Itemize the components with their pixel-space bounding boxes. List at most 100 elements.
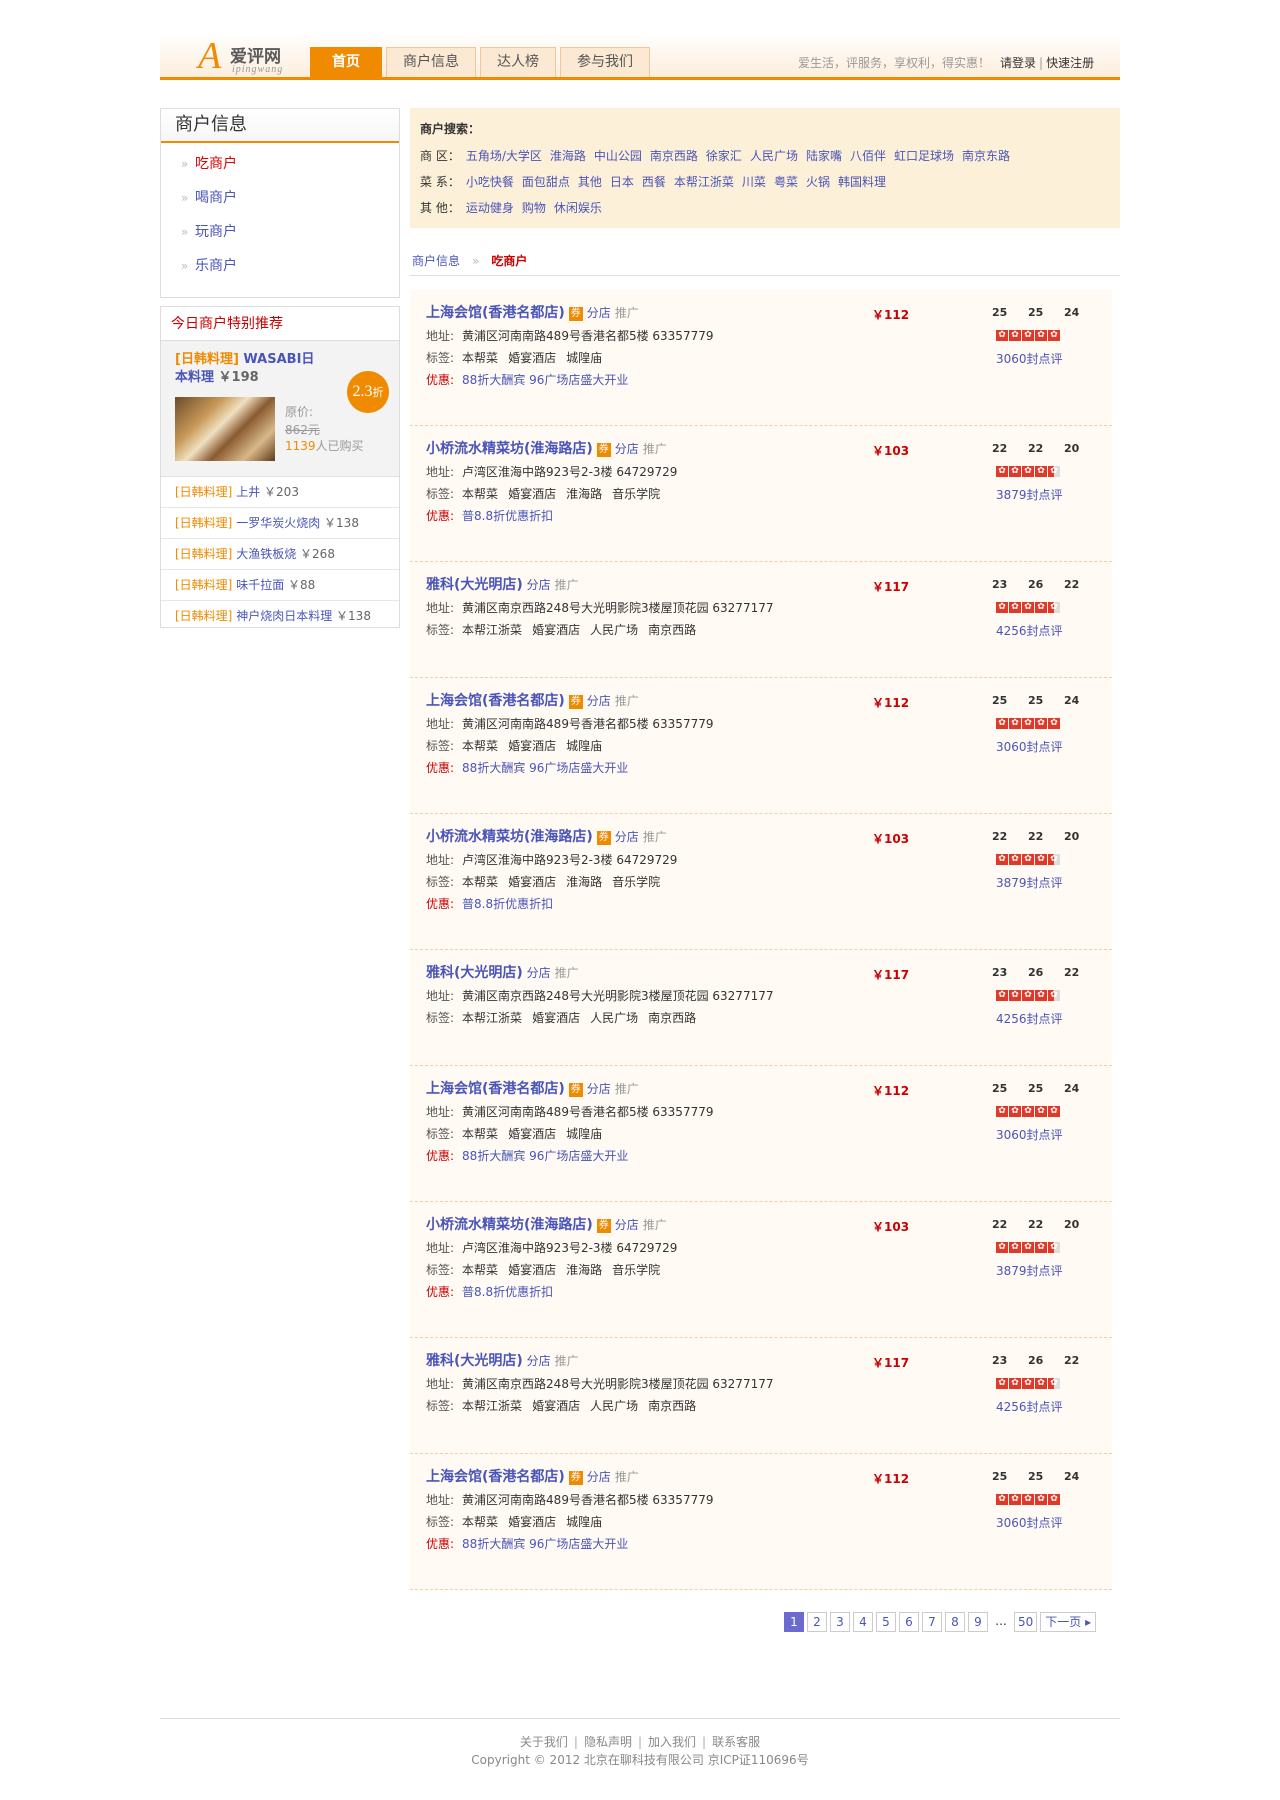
branch-link[interactable]: 分店	[615, 1218, 639, 1232]
recommend-name[interactable]: 上井	[236, 485, 260, 499]
merchant-name[interactable]: 上海会馆(香港名都店)	[426, 305, 565, 321]
sidebar-item-play[interactable]: 玩商户	[161, 215, 399, 249]
nav-experts[interactable]: 达人榜	[480, 47, 556, 77]
coupon-icon[interactable]: 券	[568, 1471, 583, 1485]
sidebar-item-fun[interactable]: 乐商户	[161, 249, 399, 283]
branch-link[interactable]: 分店	[527, 578, 551, 592]
nav-join-us[interactable]: 参与我们	[560, 47, 650, 77]
coupon-icon[interactable]: 券	[568, 307, 583, 321]
district-link[interactable]: 八佰伴	[850, 149, 886, 163]
district-link[interactable]: 徐家汇	[706, 149, 742, 163]
page-1[interactable]: 1	[784, 1612, 804, 1632]
merchant-name[interactable]: 雅科(大光明店)	[426, 1353, 523, 1369]
promo-link[interactable]: 88折大酬宾 96广场店盛大开业	[462, 1537, 628, 1551]
sidebar-item-eat[interactable]: 吃商户	[161, 147, 399, 181]
recommend-name[interactable]: 神户烧肉日本料理	[236, 609, 332, 623]
cuisine-link[interactable]: 本帮江浙菜	[674, 175, 734, 189]
branch-link[interactable]: 分店	[587, 1082, 611, 1096]
page-last[interactable]: 50	[1014, 1612, 1038, 1632]
merchant-name[interactable]: 上海会馆(香港名都店)	[426, 1469, 565, 1485]
register-link[interactable]: 快速注册	[1046, 56, 1094, 70]
coupon-icon[interactable]: 券	[596, 443, 611, 457]
recommend-name[interactable]: 大渔铁板烧	[236, 547, 296, 561]
cuisine-link[interactable]: 粤菜	[774, 175, 798, 189]
promo-link[interactable]: 88折大酬宾 96广场店盛大开业	[462, 761, 628, 775]
district-link[interactable]: 五角场/大学区	[466, 149, 542, 163]
sidebar-item-label[interactable]: 喝商户	[195, 190, 237, 206]
cuisine-link[interactable]: 西餐	[642, 175, 666, 189]
page-9[interactable]: 9	[968, 1612, 988, 1632]
branch-link[interactable]: 分店	[615, 442, 639, 456]
branch-link[interactable]: 分店	[527, 966, 551, 980]
merchant-name[interactable]: 上海会馆(香港名都店)	[426, 1081, 565, 1097]
footer-link[interactable]: 关于我们	[520, 1735, 568, 1749]
district-link[interactable]: 人民广场	[750, 149, 798, 163]
branch-link[interactable]: 分店	[527, 1354, 551, 1368]
sidebar-item-label[interactable]: 吃商户	[195, 156, 237, 172]
breadcrumb-root[interactable]: 商户信息	[412, 254, 460, 268]
cuisine-link[interactable]: 韩国料理	[838, 175, 886, 189]
recommend-item[interactable]: [日韩料理] 一罗华炭火烧肉 ￥138	[161, 508, 399, 539]
login-link[interactable]: 请登录	[1000, 56, 1036, 70]
cuisine-link[interactable]: 日本	[610, 175, 634, 189]
featured-title[interactable]: [日韩料理] WASABI日本料理 ￥198	[175, 351, 315, 387]
site-logo[interactable]: A 爱评网 ipingwang	[198, 36, 298, 78]
coupon-icon[interactable]: 券	[568, 1083, 583, 1097]
branch-link[interactable]: 分店	[587, 694, 611, 708]
other-link[interactable]: 购物	[522, 201, 546, 215]
review-count-link[interactable]: 3060封点评	[996, 350, 1063, 367]
coupon-icon[interactable]: 券	[596, 1219, 611, 1233]
recommend-item[interactable]: [日韩料理] 大渔铁板烧 ￥268	[161, 539, 399, 570]
branch-link[interactable]: 分店	[615, 830, 639, 844]
recommend-name[interactable]: 一罗华炭火烧肉	[236, 516, 320, 530]
review-count-link[interactable]: 3879封点评	[996, 486, 1063, 503]
promo-link[interactable]: 88折大酬宾 96广场店盛大开业	[462, 373, 628, 387]
merchant-name[interactable]: 雅科(大光明店)	[426, 577, 523, 593]
cuisine-link[interactable]: 火锅	[806, 175, 830, 189]
review-count-link[interactable]: 4256封点评	[996, 1010, 1063, 1027]
cuisine-link[interactable]: 小吃快餐	[466, 175, 514, 189]
coupon-icon[interactable]: 券	[596, 831, 611, 845]
merchant-name[interactable]: 小桥流水精菜坊(淮海路店)	[426, 441, 593, 457]
next-page-button[interactable]: 下一页 ▸	[1040, 1612, 1097, 1632]
branch-link[interactable]: 分店	[587, 306, 611, 320]
review-count-link[interactable]: 3060封点评	[996, 1126, 1063, 1143]
page-5[interactable]: 5	[876, 1612, 896, 1632]
featured-food-image[interactable]	[175, 397, 275, 461]
district-link[interactable]: 陆家嘴	[806, 149, 842, 163]
district-link[interactable]: 中山公园	[594, 149, 642, 163]
page-7[interactable]: 7	[922, 1612, 942, 1632]
district-link[interactable]: 虹口足球场	[894, 149, 954, 163]
featured-deal[interactable]: [日韩料理] WASABI日本料理 ￥198 原价: 862元 1139人已购买…	[161, 341, 399, 477]
merchant-name[interactable]: 上海会馆(香港名都店)	[426, 693, 565, 709]
other-link[interactable]: 运动健身	[466, 201, 514, 215]
review-count-link[interactable]: 3879封点评	[996, 1262, 1063, 1279]
review-count-link[interactable]: 3060封点评	[996, 738, 1063, 755]
recommend-item[interactable]: [日韩料理] 上井 ￥203	[161, 477, 399, 508]
review-count-link[interactable]: 4256封点评	[996, 1398, 1063, 1415]
sidebar-item-label[interactable]: 乐商户	[195, 258, 237, 274]
review-count-link[interactable]: 3879封点评	[996, 874, 1063, 891]
promo-link[interactable]: 普8.8折优惠折扣	[462, 509, 553, 523]
review-count-link[interactable]: 4256封点评	[996, 622, 1063, 639]
cuisine-link[interactable]: 面包甜点	[522, 175, 570, 189]
merchant-name[interactable]: 雅科(大光明店)	[426, 965, 523, 981]
footer-link[interactable]: 隐私声明	[584, 1735, 632, 1749]
cuisine-link[interactable]: 其他	[578, 175, 602, 189]
recommend-item[interactable]: [日韩料理] 味千拉面 ￥88	[161, 570, 399, 601]
page-2[interactable]: 2	[807, 1612, 827, 1632]
page-6[interactable]: 6	[899, 1612, 919, 1632]
page-3[interactable]: 3	[830, 1612, 850, 1632]
promo-link[interactable]: 88折大酬宾 96广场店盛大开业	[462, 1149, 628, 1163]
coupon-icon[interactable]: 券	[568, 695, 583, 709]
promo-link[interactable]: 普8.8折优惠折扣	[462, 897, 553, 911]
merchant-name[interactable]: 小桥流水精菜坊(淮海路店)	[426, 829, 593, 845]
sidebar-item-drink[interactable]: 喝商户	[161, 181, 399, 215]
branch-link[interactable]: 分店	[587, 1470, 611, 1484]
footer-link[interactable]: 加入我们	[648, 1735, 696, 1749]
merchant-name[interactable]: 小桥流水精菜坊(淮海路店)	[426, 1217, 593, 1233]
district-link[interactable]: 淮海路	[550, 149, 586, 163]
review-count-link[interactable]: 3060封点评	[996, 1514, 1063, 1531]
other-link[interactable]: 休闲娱乐	[554, 201, 602, 215]
promo-link[interactable]: 普8.8折优惠折扣	[462, 1285, 553, 1299]
